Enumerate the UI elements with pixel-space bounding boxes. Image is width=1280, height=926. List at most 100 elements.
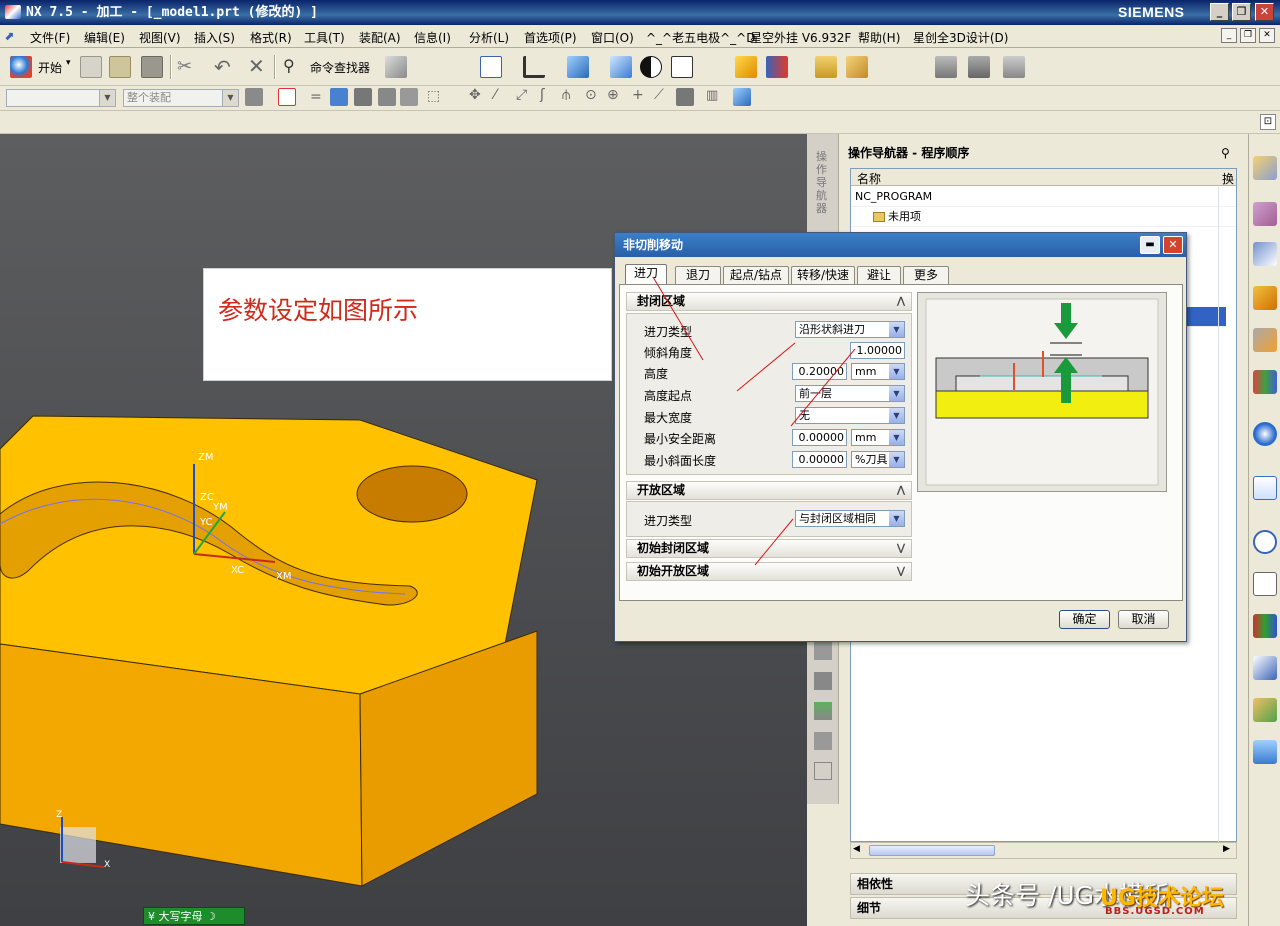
horizontal-scrollbar[interactable]: ◀ ▶: [850, 842, 1237, 859]
start-dropdown-icon[interactable]: ▾: [66, 58, 71, 68]
assembly-navigator-icon[interactable]: [1253, 156, 1277, 180]
start-icon[interactable]: [10, 56, 32, 78]
toolbar-toggle-icon[interactable]: ⊡: [1260, 114, 1276, 130]
feature-select-icon[interactable]: [400, 88, 418, 106]
menu-view[interactable]: 视图(V): [139, 29, 181, 46]
pin-icon[interactable]: ⚲: [1221, 146, 1230, 160]
face-select-icon[interactable]: [354, 88, 372, 106]
menu-preferences[interactable]: 首选项(P): [524, 29, 577, 46]
new-file-icon[interactable]: [80, 56, 102, 78]
constraint-navigator-icon[interactable]: [1253, 202, 1277, 226]
center-icon[interactable]: ⊙: [585, 87, 597, 103]
measure-angle-icon[interactable]: [846, 56, 868, 78]
grid-icon[interactable]: ▥: [706, 88, 718, 103]
menu-window[interactable]: 窗口(O): [591, 29, 634, 46]
minimize-button[interactable]: _: [1210, 3, 1229, 21]
ok-button[interactable]: 确定: [1059, 610, 1110, 629]
restore-button[interactable]: ❐: [1232, 3, 1251, 21]
line-icon[interactable]: ⁄: [494, 87, 496, 103]
menu-insert[interactable]: 插入(S): [194, 29, 235, 46]
scroll-right-icon[interactable]: ▶: [1223, 844, 1230, 854]
assembly-scope-combo[interactable]: 整个装配 ▼: [123, 89, 239, 107]
start-button[interactable]: 开始: [38, 59, 62, 76]
roles-icon[interactable]: [1253, 614, 1277, 638]
wireframe-view-icon[interactable]: [610, 56, 632, 78]
intersect-icon[interactable]: ⫛: [562, 87, 570, 103]
menu-xingchuang-3d[interactable]: 星创全3D设计(D): [913, 29, 1008, 46]
method-icon[interactable]: [1003, 56, 1025, 78]
body-select-icon[interactable]: [378, 88, 396, 106]
menu-analysis[interactable]: 分析(L): [469, 29, 509, 46]
doc-close-button[interactable]: ✕: [1259, 28, 1275, 43]
menu-tools[interactable]: 工具(T): [304, 29, 345, 46]
point-line-icon[interactable]: ⤢: [516, 87, 527, 103]
geometry-view-icon[interactable]: [814, 702, 832, 720]
delete-icon[interactable]: ✕: [248, 54, 265, 78]
menu-information[interactable]: 信息(I): [414, 29, 451, 46]
equal-icon[interactable]: =: [310, 89, 322, 105]
part-navigator-icon[interactable]: [1253, 242, 1277, 266]
tool-view-icon[interactable]: [814, 672, 832, 690]
web-browser-icon[interactable]: [1253, 476, 1277, 500]
face-point-icon[interactable]: [676, 88, 694, 106]
curve-icon[interactable]: ʃ: [540, 87, 545, 103]
menu-help[interactable]: 帮助(H): [858, 29, 900, 46]
command-finder-button[interactable]: 命令查找器: [310, 59, 370, 76]
info-icon[interactable]: [1253, 422, 1277, 446]
method-view-icon[interactable]: [814, 732, 832, 750]
doc-restore-button[interactable]: ❐: [1240, 28, 1256, 43]
arrow-icon[interactable]: [330, 88, 348, 106]
selection-scope-icon[interactable]: [245, 88, 263, 106]
menu-assemblies[interactable]: 装配(A): [359, 29, 401, 46]
undo-icon[interactable]: ↶: [214, 55, 231, 79]
table-row[interactable]: NC_PROGRAM: [851, 187, 1236, 207]
machine-tool-navigator-icon[interactable]: [1253, 328, 1277, 352]
type-filter-combo[interactable]: ▼: [6, 89, 116, 107]
quadrant-icon[interactable]: ⊕: [607, 87, 619, 103]
menu-edit[interactable]: 编辑(E): [84, 29, 125, 46]
app-menu-icon[interactable]: ⬈: [4, 29, 14, 43]
system-scene-icon[interactable]: [1253, 698, 1277, 722]
visualization-icon[interactable]: [1253, 740, 1277, 764]
snap-view-icon[interactable]: [733, 88, 751, 106]
menu-laowu-electrode[interactable]: ^_^老五电极^_^D: [646, 29, 755, 46]
system-materials-icon[interactable]: [1253, 656, 1277, 680]
scroll-thumb[interactable]: [869, 845, 995, 856]
post-icon[interactable]: [814, 762, 832, 780]
open-file-icon[interactable]: [109, 56, 131, 78]
orient-view-icon[interactable]: [523, 56, 545, 78]
operation-navigator-icon[interactable]: [1253, 286, 1277, 310]
program-view-icon[interactable]: [814, 642, 832, 660]
snap-point-icon[interactable]: [278, 88, 296, 106]
fit-view-icon[interactable]: [480, 56, 502, 78]
rectangle-select-icon[interactable]: ⬚: [427, 88, 440, 104]
command-finder-icon[interactable]: ⚲: [283, 56, 295, 75]
existing-point-icon[interactable]: +: [632, 87, 644, 103]
close-window-button[interactable]: ✕: [1255, 3, 1274, 21]
process-studio-icon[interactable]: [1253, 572, 1277, 596]
table-row[interactable]: 未用项: [851, 207, 1236, 227]
cancel-button[interactable]: 取消: [1118, 610, 1169, 629]
generate-path-icon[interactable]: [735, 56, 757, 78]
background-icon[interactable]: [640, 56, 662, 78]
shaded-view-icon[interactable]: [567, 56, 589, 78]
save-icon[interactable]: [141, 56, 163, 78]
menu-file[interactable]: 文件(F): [30, 29, 70, 46]
menu-format[interactable]: 格式(R): [250, 29, 292, 46]
scroll-left-icon[interactable]: ◀: [853, 844, 860, 854]
reuse-library-icon[interactable]: [1253, 370, 1277, 394]
measure-distance-icon[interactable]: [815, 56, 837, 78]
ime-status-bar[interactable]: ¥ 大写字母 ☽: [143, 907, 245, 925]
doc-minimize-button[interactable]: _: [1221, 28, 1237, 43]
history-icon[interactable]: [1253, 530, 1277, 554]
column-change[interactable]: 换: [1222, 170, 1234, 187]
mill-geometry-icon[interactable]: [935, 56, 957, 78]
layer-icon[interactable]: [671, 56, 693, 78]
column-name[interactable]: 名称: [857, 170, 881, 187]
end-point-icon[interactable]: ⟋: [654, 87, 664, 103]
edit-object-icon[interactable]: [385, 56, 407, 78]
cut-icon[interactable]: ✂: [177, 56, 192, 77]
workpiece-icon[interactable]: [968, 56, 990, 78]
move-icon[interactable]: ✥: [469, 87, 481, 103]
menu-xingkong-plugin[interactable]: 星空外挂 V6.932F: [750, 29, 851, 46]
